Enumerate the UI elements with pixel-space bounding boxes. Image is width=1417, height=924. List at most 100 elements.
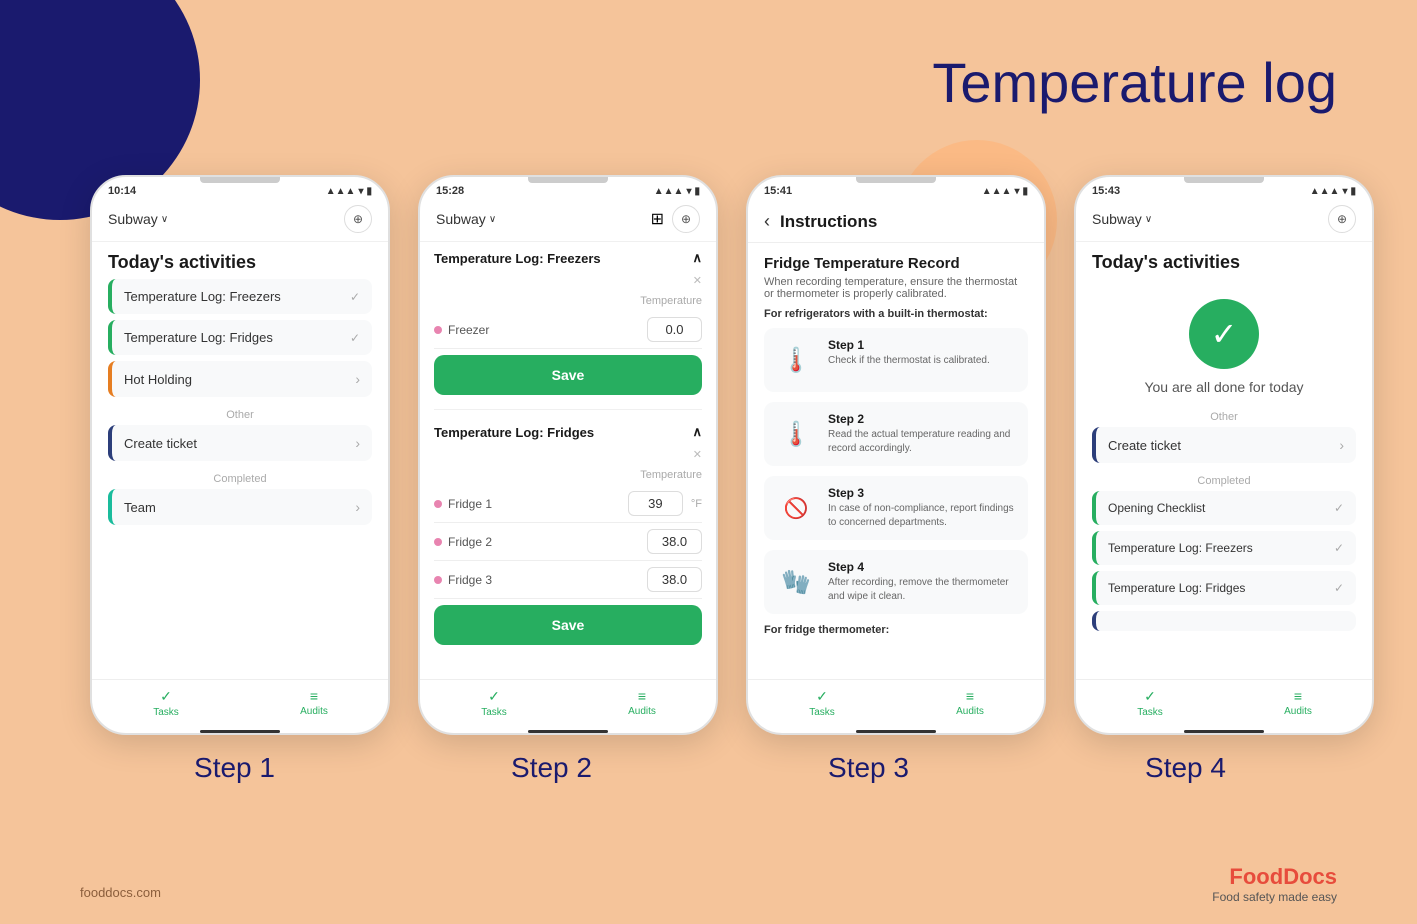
store-name-1[interactable]: Subway bbox=[108, 211, 168, 227]
fridge1-unit: °F bbox=[691, 498, 702, 510]
task-create-ticket-1[interactable]: Create ticket › bbox=[108, 425, 372, 461]
task-fridges-1[interactable]: Temperature Log: Fridges ✓ bbox=[108, 320, 372, 355]
nav-tasks-4[interactable]: ✓ Tasks bbox=[1076, 688, 1224, 718]
task-freezers-4[interactable]: Temperature Log: Freezers ✓ bbox=[1092, 531, 1356, 565]
task-team-1[interactable]: Team › bbox=[108, 489, 372, 525]
brand-tagline: Food safety made easy bbox=[1212, 890, 1337, 904]
task-opening-checklist[interactable]: Opening Checklist ✓ bbox=[1092, 491, 1356, 525]
fridges-title: Temperature Log: Fridges bbox=[434, 425, 594, 440]
audits-label-2: Audits bbox=[628, 706, 656, 717]
phone-notch-4 bbox=[1184, 177, 1264, 183]
home-indicator-1 bbox=[200, 730, 280, 733]
instructions-content: Fridge Temperature Record When recording… bbox=[748, 243, 1044, 679]
chevron-icon: › bbox=[355, 371, 360, 387]
instruction-step-1: 🌡️ Step 1 Check if the thermostat is cal… bbox=[764, 328, 1028, 392]
other-label-4: Other bbox=[1092, 405, 1356, 427]
step-desc-4: After recording, remove the thermometer … bbox=[828, 576, 1018, 604]
task-extra-4[interactable] bbox=[1092, 611, 1356, 631]
step-label-2: Step 2 bbox=[407, 752, 696, 784]
task-label: Opening Checklist bbox=[1108, 501, 1205, 515]
check-icon-4a: ✓ bbox=[1334, 501, 1344, 515]
expand-icon[interactable]: ∧ bbox=[692, 250, 702, 266]
wifi-icon-3: ▾ bbox=[1014, 186, 1019, 197]
header-icons-2: ⊞ ⊕ bbox=[651, 205, 700, 233]
step-icon-1: 🌡️ bbox=[774, 338, 818, 382]
fridge1-value[interactable]: 39 bbox=[628, 491, 683, 516]
temp-col-header-2: Temperature bbox=[434, 465, 702, 485]
steps-container: 10:14 ▲▲▲ ▾ ▮ Subway ⊕ Today's activitie… bbox=[90, 175, 1374, 735]
phone-notch-2 bbox=[528, 177, 608, 183]
instruction-step-2: 🌡️ Step 2 Read the actual temperature re… bbox=[764, 402, 1028, 466]
audits-label-3: Audits bbox=[956, 706, 984, 717]
fridge2-value[interactable]: 38.0 bbox=[647, 529, 702, 554]
task-create-ticket-4[interactable]: Create ticket › bbox=[1092, 427, 1356, 463]
phone-notch-3 bbox=[856, 177, 936, 183]
home-indicator-2 bbox=[528, 730, 608, 733]
grid-icon[interactable]: ⊞ bbox=[651, 209, 664, 229]
close-icon-3[interactable]: ✕ bbox=[693, 448, 702, 461]
profile-icon-4[interactable]: ⊕ bbox=[1328, 205, 1356, 233]
tasks-label-4: Tasks bbox=[1137, 707, 1163, 718]
nav-audits-1[interactable]: ≡ Audits bbox=[240, 688, 388, 718]
done-checkmark-icon: ✓ bbox=[1211, 315, 1238, 353]
step-title-4: Step 4 bbox=[828, 560, 1018, 574]
tasks-icon-4: ✓ bbox=[1144, 688, 1156, 705]
step-text-1: Step 1 Check if the thermostat is calibr… bbox=[828, 338, 1018, 382]
nav-tasks-2[interactable]: ✓ Tasks bbox=[420, 688, 568, 718]
tasks-icon: ✓ bbox=[160, 688, 172, 705]
close-icon-2[interactable]: ✕ bbox=[693, 274, 702, 287]
freezer-value[interactable]: 0.0 bbox=[647, 317, 702, 342]
check-icon-4b: ✓ bbox=[1334, 541, 1344, 555]
home-indicator-3 bbox=[856, 730, 936, 733]
nav-audits-3[interactable]: ≡ Audits bbox=[896, 688, 1044, 718]
battery-icon-2: ▮ bbox=[694, 186, 700, 197]
task-freezers-1[interactable]: Temperature Log: Freezers ✓ bbox=[108, 279, 372, 314]
step-title-2: Step 2 bbox=[828, 412, 1018, 426]
done-text: You are all done for today bbox=[1076, 379, 1372, 395]
signal-icon-3: ▲▲▲ bbox=[982, 186, 1012, 197]
profile-icon-2[interactable]: ⊕ bbox=[672, 205, 700, 233]
freezers-title: Temperature Log: Freezers bbox=[434, 251, 601, 266]
signal-icon: ▲▲▲ bbox=[326, 186, 356, 197]
fridge3-value[interactable]: 38.0 bbox=[647, 567, 702, 592]
phone-3: 15:41 ▲▲▲ ▾ ▮ ‹ Instructions Fridge Temp… bbox=[746, 175, 1046, 735]
nav-tasks-1[interactable]: ✓ Tasks bbox=[92, 688, 240, 718]
step-label-4: Step 4 bbox=[1041, 752, 1330, 784]
audits-icon-4: ≡ bbox=[1294, 688, 1302, 704]
time-2: 15:28 bbox=[436, 185, 464, 197]
brand-ocs: ocs bbox=[1299, 864, 1337, 889]
task-fridges-4[interactable]: Temperature Log: Fridges ✓ bbox=[1092, 571, 1356, 605]
nav-audits-2[interactable]: ≡ Audits bbox=[568, 688, 716, 718]
main-title-3: Fridge Temperature Record bbox=[764, 255, 1028, 272]
brand-d: D bbox=[1283, 864, 1299, 889]
profile-icon-1[interactable]: ⊕ bbox=[344, 205, 372, 233]
step-label-3: Step 3 bbox=[724, 752, 1013, 784]
time-1: 10:14 bbox=[108, 185, 136, 197]
back-button[interactable]: ‹ bbox=[764, 211, 770, 232]
instructions-header: ‹ Instructions bbox=[748, 201, 1044, 243]
store-name-4[interactable]: Subway bbox=[1092, 211, 1152, 227]
audits-label-4: Audits bbox=[1284, 706, 1312, 717]
temp-section-freezers: Temperature Log: Freezers ∧ ✕ Temperatur… bbox=[420, 242, 716, 403]
chevron-icon: › bbox=[355, 499, 360, 515]
temp-col-header: Temperature bbox=[434, 291, 702, 311]
other-label-1: Other bbox=[108, 403, 372, 425]
expand-icon-2[interactable]: ∧ bbox=[692, 424, 702, 440]
nav-tasks-3[interactable]: ✓ Tasks bbox=[748, 688, 896, 718]
save-btn-fridges[interactable]: Save bbox=[434, 605, 702, 645]
audits-label: Audits bbox=[300, 706, 328, 717]
subtitle-3: When recording temperature, ensure the t… bbox=[764, 276, 1028, 300]
dot-fridge1: Fridge 1 bbox=[434, 497, 492, 511]
audits-icon-3: ≡ bbox=[966, 688, 974, 704]
bottom-nav-2: ✓ Tasks ≡ Audits bbox=[420, 679, 716, 730]
store-name-2[interactable]: Subway bbox=[436, 211, 496, 227]
save-btn-freezers[interactable]: Save bbox=[434, 355, 702, 395]
fridge2-row: Fridge 2 38.0 bbox=[434, 523, 702, 561]
phone-notch-1 bbox=[200, 177, 280, 183]
step-text-4: Step 4 After recording, remove the therm… bbox=[828, 560, 1018, 604]
nav-audits-4[interactable]: ≡ Audits bbox=[1224, 688, 1372, 718]
task-hot-holding[interactable]: Hot Holding › bbox=[108, 361, 372, 397]
brand-name: FoodDocs bbox=[1212, 864, 1337, 890]
instruction-step-3: 🚫 Step 3 In case of non-compliance, repo… bbox=[764, 476, 1028, 540]
status-icons-1: ▲▲▲ ▾ ▮ bbox=[326, 186, 372, 197]
